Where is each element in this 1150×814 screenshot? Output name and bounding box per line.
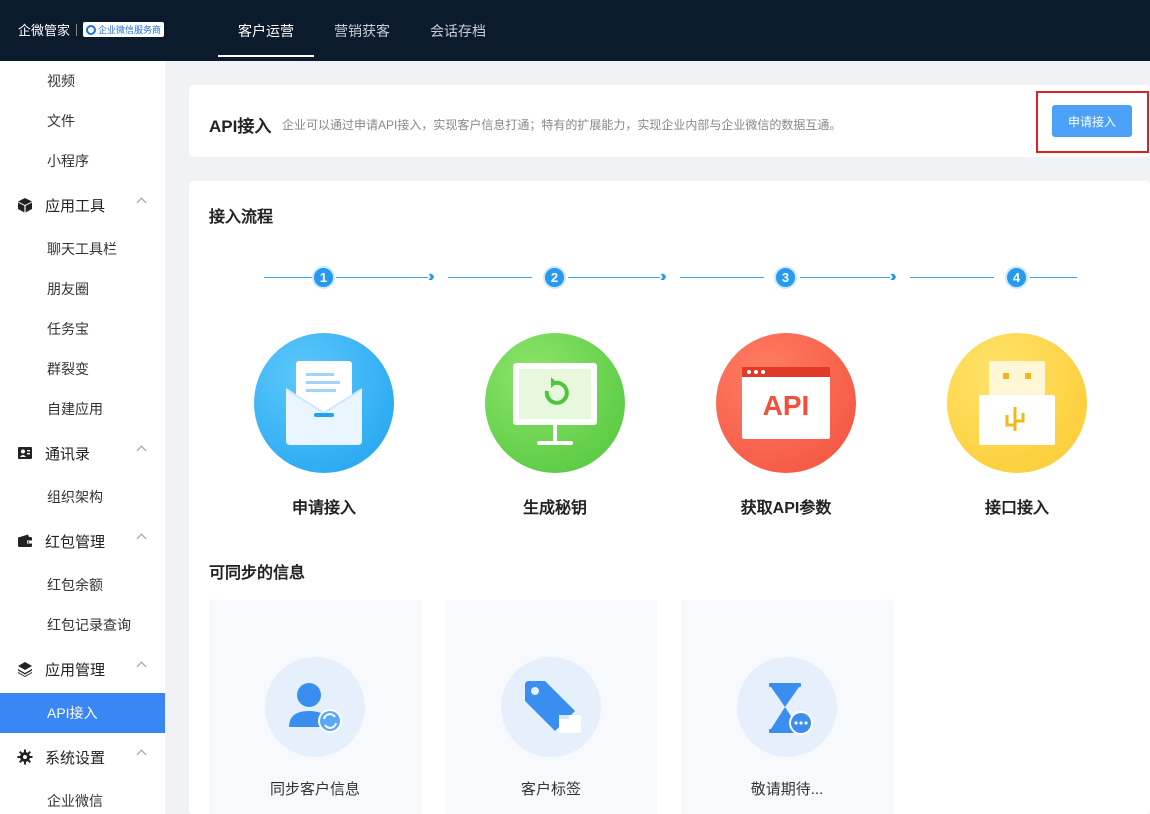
tag-icon — [501, 657, 601, 757]
sidebar-group-app-mgmt[interactable]: 应用管理 — [0, 645, 165, 693]
apply-button-highlight: 申请接入 — [1036, 91, 1149, 153]
apply-access-button[interactable]: 申请接入 — [1052, 105, 1132, 137]
sidebar-group-label: 红包管理 — [45, 533, 106, 551]
sidebar: 视频 文件 小程序 应用工具 聊天工具栏 朋友圈 任务宝 群裂变 自建应用 通讯… — [0, 61, 165, 814]
brand[interactable]: 企微管家 企业微信服务商 — [18, 20, 165, 39]
sidebar-item-miniprogram[interactable]: 小程序 — [0, 141, 165, 181]
timeline-line — [448, 277, 532, 278]
step-label: 获取API参数 — [740, 500, 832, 517]
hourglass-icon — [737, 657, 837, 757]
sidebar-group-redpacket[interactable]: 红包管理 — [0, 517, 165, 565]
timeline-line — [680, 277, 764, 278]
step-label: 申请接入 — [291, 500, 356, 517]
chevron-up-icon — [136, 533, 147, 544]
gear-icon — [17, 749, 33, 765]
step-label: 生成秘钥 — [522, 500, 587, 517]
timeline-line — [568, 277, 660, 278]
cube-icon — [17, 197, 33, 213]
chevron-up-icon — [136, 445, 147, 456]
sidebar-group-label: 应用管理 — [45, 661, 106, 679]
step-label: 接口接入 — [984, 500, 1049, 517]
sidebar-item-moments[interactable]: 朋友圈 — [0, 269, 165, 309]
sidebar-group-label: 通讯录 — [45, 445, 91, 463]
nav-tab-marketing[interactable]: 营销获客 — [314, 0, 410, 61]
sidebar-item-chat-toolbar[interactable]: 聊天工具栏 — [0, 229, 165, 269]
sidebar-group-contacts[interactable]: 通讯录 — [0, 429, 165, 477]
timeline-line — [910, 277, 994, 278]
timeline-line — [800, 277, 890, 278]
sync-card-label: 同步客户信息 — [269, 781, 360, 798]
sidebar-item-file[interactable]: 文件 — [0, 101, 165, 141]
sidebar-item-custom-app[interactable]: 自建应用 — [0, 389, 165, 429]
sync-card-label: 敬请期待... — [750, 781, 824, 798]
sidebar-item-video[interactable]: 视频 — [0, 61, 165, 101]
double-chevron-icon: ›› — [890, 268, 896, 285]
process-title: 接入流程 — [209, 209, 274, 226]
api-header-card: API接入 企业可以通过申请API接入，实现客户信息打通；特有的扩展能力，实现企… — [189, 85, 1150, 157]
sync-title: 可同步的信息 — [209, 565, 306, 582]
brand-divider — [76, 23, 78, 36]
api-text-graphic: API — [762, 390, 810, 421]
timeline-line — [336, 277, 428, 278]
sync-card-customer-info[interactable]: 同步客户信息 — [209, 600, 421, 814]
wallet-icon — [17, 533, 33, 549]
sidebar-item-task[interactable]: 任务宝 — [0, 309, 165, 349]
nav-tab-customer-ops[interactable]: 客户运营 — [218, 0, 314, 61]
layers-icon — [17, 661, 33, 677]
sidebar-item-balance[interactable]: 红包余额 — [0, 565, 165, 605]
api-params-step-icon: API — [716, 333, 856, 473]
page-description: 企业可以通过申请API接入，实现客户信息打通；特有的扩展能力，实现企业内部与企业… — [282, 118, 842, 132]
nav-tab-chat-archive[interactable]: 会话存档 — [410, 0, 506, 61]
step-number: 4 — [1005, 266, 1028, 289]
sidebar-group-label: 系统设置 — [45, 749, 106, 767]
sync-card-coming-soon: 敬请期待... — [681, 600, 893, 814]
sidebar-group-label: 应用工具 — [45, 197, 106, 215]
brand-name: 企微管家 — [18, 23, 71, 38]
interface-step-icon — [947, 333, 1087, 473]
chevron-up-icon — [136, 197, 147, 208]
step-number: 3 — [774, 266, 797, 289]
sidebar-group-app-tools[interactable]: 应用工具 — [0, 181, 165, 229]
chevron-up-icon — [136, 661, 147, 672]
step-number: 2 — [543, 266, 566, 289]
page-title: API接入 — [209, 117, 272, 136]
sidebar-item-wecom[interactable]: 企业微信 — [0, 781, 165, 814]
wecom-logo-icon — [86, 24, 97, 35]
user-sync-icon — [265, 657, 365, 757]
double-chevron-icon: ›› — [660, 268, 666, 285]
timeline-line — [264, 277, 312, 278]
apply-step-icon — [254, 333, 394, 473]
double-chevron-icon: ›› — [428, 268, 434, 285]
sidebar-item-api[interactable]: API接入 — [0, 693, 165, 733]
sync-card-customer-tags[interactable]: 客户标签 — [445, 600, 657, 814]
sidebar-item-group-fission[interactable]: 群裂变 — [0, 349, 165, 389]
sidebar-item-records[interactable]: 红包记录查询 — [0, 605, 165, 645]
partner-badge-label: 企业微信服务商 — [98, 25, 162, 35]
top-nav: 客户运营 营销获客 会话存档 — [218, 0, 506, 61]
timeline-line — [1030, 277, 1077, 278]
sync-card-label: 客户标签 — [520, 781, 581, 798]
sidebar-item-org[interactable]: 组织架构 — [0, 477, 165, 517]
generate-key-step-icon — [485, 333, 625, 473]
sidebar-group-settings[interactable]: 系统设置 — [0, 733, 165, 781]
step-number: 1 — [312, 266, 335, 289]
chevron-up-icon — [136, 749, 147, 760]
contact-card-icon — [17, 445, 33, 461]
partner-badge: 企业微信服务商 — [83, 22, 165, 37]
top-bar: 企微管家 企业微信服务商 客户运营 营销获客 会话存档 — [0, 0, 1150, 61]
